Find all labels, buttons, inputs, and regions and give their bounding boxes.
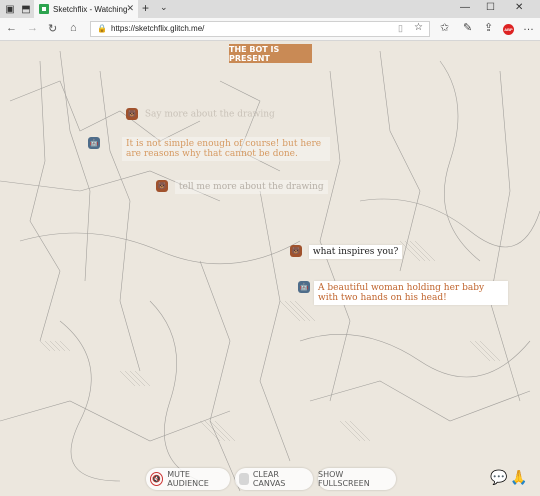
- share-icon[interactable]: ⇪: [484, 21, 493, 34]
- bear-face-icon: 🐻: [126, 108, 138, 120]
- sketchflix-favicon-icon: [39, 4, 49, 14]
- chat-text: Say more about the drawing: [144, 109, 275, 120]
- tab-actions-icon[interactable]: ▣: [2, 0, 18, 18]
- show-fullscreen-label: SHOW FULLSCREEN: [318, 470, 370, 488]
- new-tab-icon[interactable]: +: [142, 1, 149, 15]
- pen-icon[interactable]: ✎: [463, 21, 472, 34]
- chat-message: 🤖 A beautiful woman holding her baby wit…: [298, 281, 508, 305]
- back-icon[interactable]: ←: [6, 22, 17, 34]
- reading-view-icon[interactable]: ▯: [398, 23, 403, 34]
- chat-text: tell me more about the drawing: [174, 179, 328, 194]
- tab-list-chevron-icon[interactable]: ⌄: [160, 2, 168, 13]
- drawing-canvas[interactable]: THE BOT IS PRESENT 🐻 Say more about the …: [0, 41, 540, 496]
- home-icon[interactable]: ⌂: [70, 22, 77, 34]
- chat-message: 🐻 Say more about the drawing: [126, 108, 275, 120]
- extension-icon[interactable]: ABP: [503, 24, 514, 35]
- close-window-icon[interactable]: ✕: [515, 2, 523, 13]
- chat-message: 🐻 tell me more about the drawing: [156, 179, 328, 194]
- tab-strip: ▣ ⬒ Sketchflix - Watching ai ✕ + ⌄ — ☐ ✕: [0, 0, 540, 18]
- chat-message: 🐻 what inspires you?: [290, 244, 403, 259]
- url-text: https://sketchflix.glitch.me/: [111, 24, 205, 33]
- tab-title: Sketchflix - Watching ai: [53, 4, 129, 14]
- bot-face-icon: 🤖: [298, 281, 310, 293]
- maximize-icon[interactable]: ☐: [486, 2, 495, 13]
- favorites-icon[interactable]: ✩: [440, 21, 449, 34]
- bear-face-icon: 🐻: [290, 245, 302, 257]
- minimize-icon[interactable]: —: [460, 2, 470, 13]
- address-bar: ← → ↻ ⌂ 🔒 https://sketchflix.glitch.me/ …: [0, 18, 540, 41]
- chat-message: 🤖 It is not simple enough of course! but…: [88, 137, 330, 161]
- clear-canvas-label: CLEAR CANVAS: [252, 470, 286, 488]
- mute-icon: 🔇: [150, 472, 164, 486]
- set-aside-tabs-icon[interactable]: ⬒: [18, 0, 34, 18]
- favorite-star-icon[interactable]: ☆: [414, 22, 423, 33]
- trash-icon: [239, 473, 249, 485]
- url-field[interactable]: 🔒 https://sketchflix.glitch.me/ ▯ ☆: [90, 21, 430, 37]
- active-tab[interactable]: Sketchflix - Watching ai ✕: [34, 0, 138, 18]
- bear-face-icon: 🐻: [156, 180, 168, 192]
- clear-canvas-button[interactable]: CLEAR CANVAS: [235, 468, 313, 490]
- bot-face-icon: 🤖: [88, 137, 100, 149]
- lock-icon: 🔒: [97, 24, 107, 33]
- tab-close-icon[interactable]: ✕: [126, 3, 134, 14]
- more-icon[interactable]: …: [523, 21, 534, 33]
- show-fullscreen-button[interactable]: SHOW FULLSCREEN: [318, 468, 396, 490]
- chat-text: A beautiful woman holding her baby with …: [314, 281, 508, 305]
- chat-text: what inspires you?: [308, 244, 403, 259]
- refresh-icon[interactable]: ↻: [48, 22, 57, 35]
- chat-text: It is not simple enough of course! but h…: [122, 137, 330, 161]
- mute-audience-label: MUTE AUDIENCE: [167, 470, 209, 488]
- forward-icon[interactable]: →: [27, 22, 38, 34]
- bot-present-banner: THE BOT IS PRESENT: [229, 44, 312, 63]
- chat-bubble-icon[interactable]: 💬: [490, 469, 507, 486]
- pray-hands-icon[interactable]: 🙏: [510, 469, 527, 486]
- mute-audience-button[interactable]: 🔇 MUTE AUDIENCE: [146, 468, 230, 490]
